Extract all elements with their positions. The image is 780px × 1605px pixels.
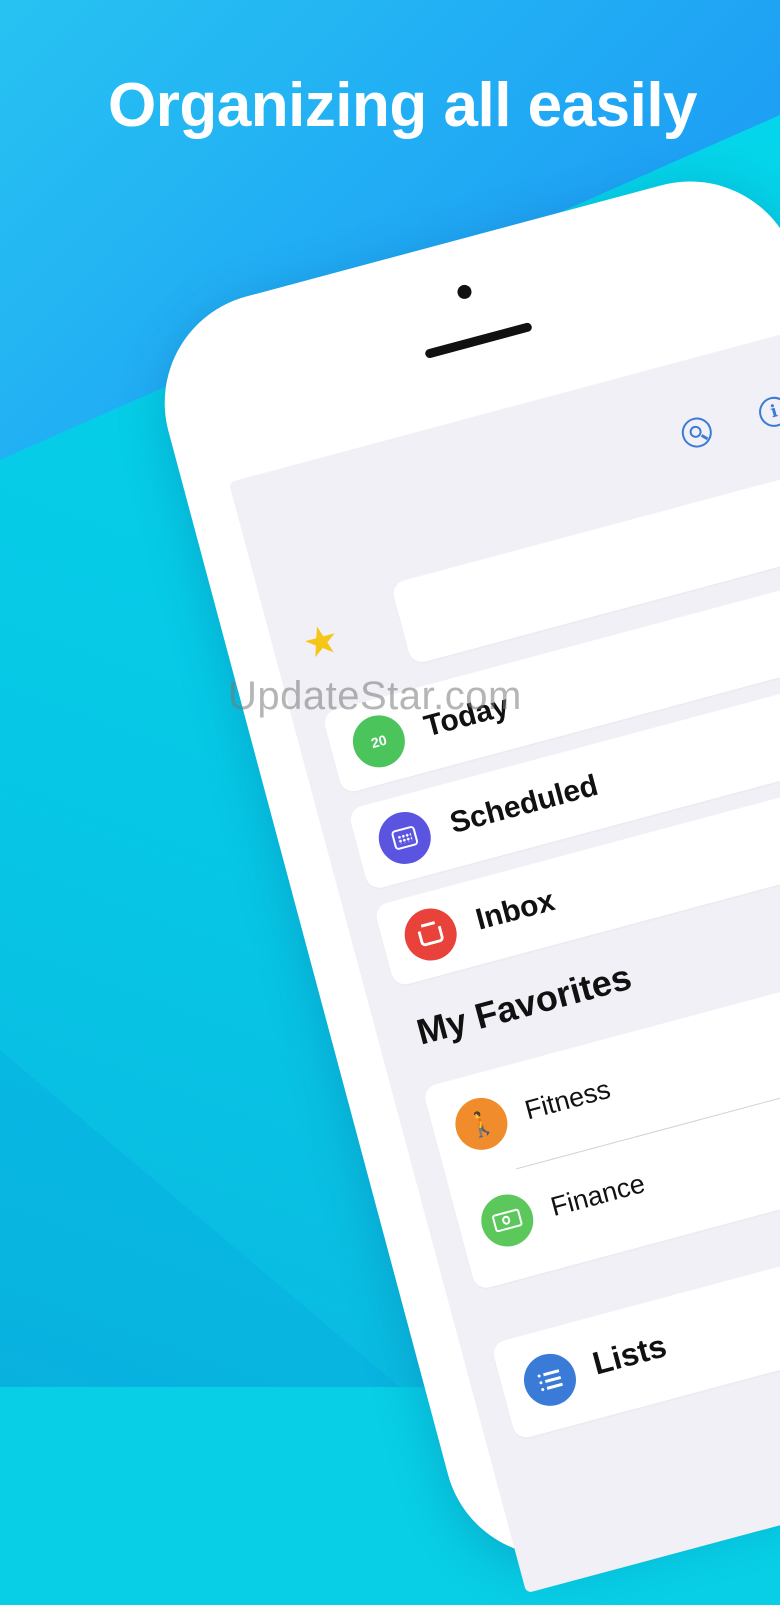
calendar-icon [372, 806, 437, 870]
lists-label: Lists [588, 1327, 671, 1382]
search-icon [688, 424, 703, 440]
app-screen: i ★ 3 › 20 Today 7 › Scheduled 3 › [228, 327, 780, 1594]
earpiece-speaker [424, 321, 533, 359]
info-button[interactable]: i [755, 393, 780, 431]
favorite-label-finance: Finance [547, 1168, 649, 1223]
calendar-day-icon: 20 [347, 709, 411, 774]
headline: Organizing all easily [108, 71, 698, 140]
list-icon [518, 1347, 582, 1412]
watermark: UpdateStar.com [228, 674, 522, 718]
inbox-tray-icon [398, 902, 463, 967]
favorite-label-fitness: Fitness [521, 1073, 614, 1126]
star-icon: ★ [298, 616, 345, 668]
scheduled-label: Scheduled [446, 768, 602, 841]
inbox-label: Inbox [472, 884, 559, 937]
banknote-icon [475, 1188, 540, 1253]
walking-person-icon: 🚶 [449, 1092, 514, 1156]
front-camera [455, 283, 474, 301]
info-icon: i [768, 401, 780, 423]
search-button[interactable] [678, 414, 716, 451]
